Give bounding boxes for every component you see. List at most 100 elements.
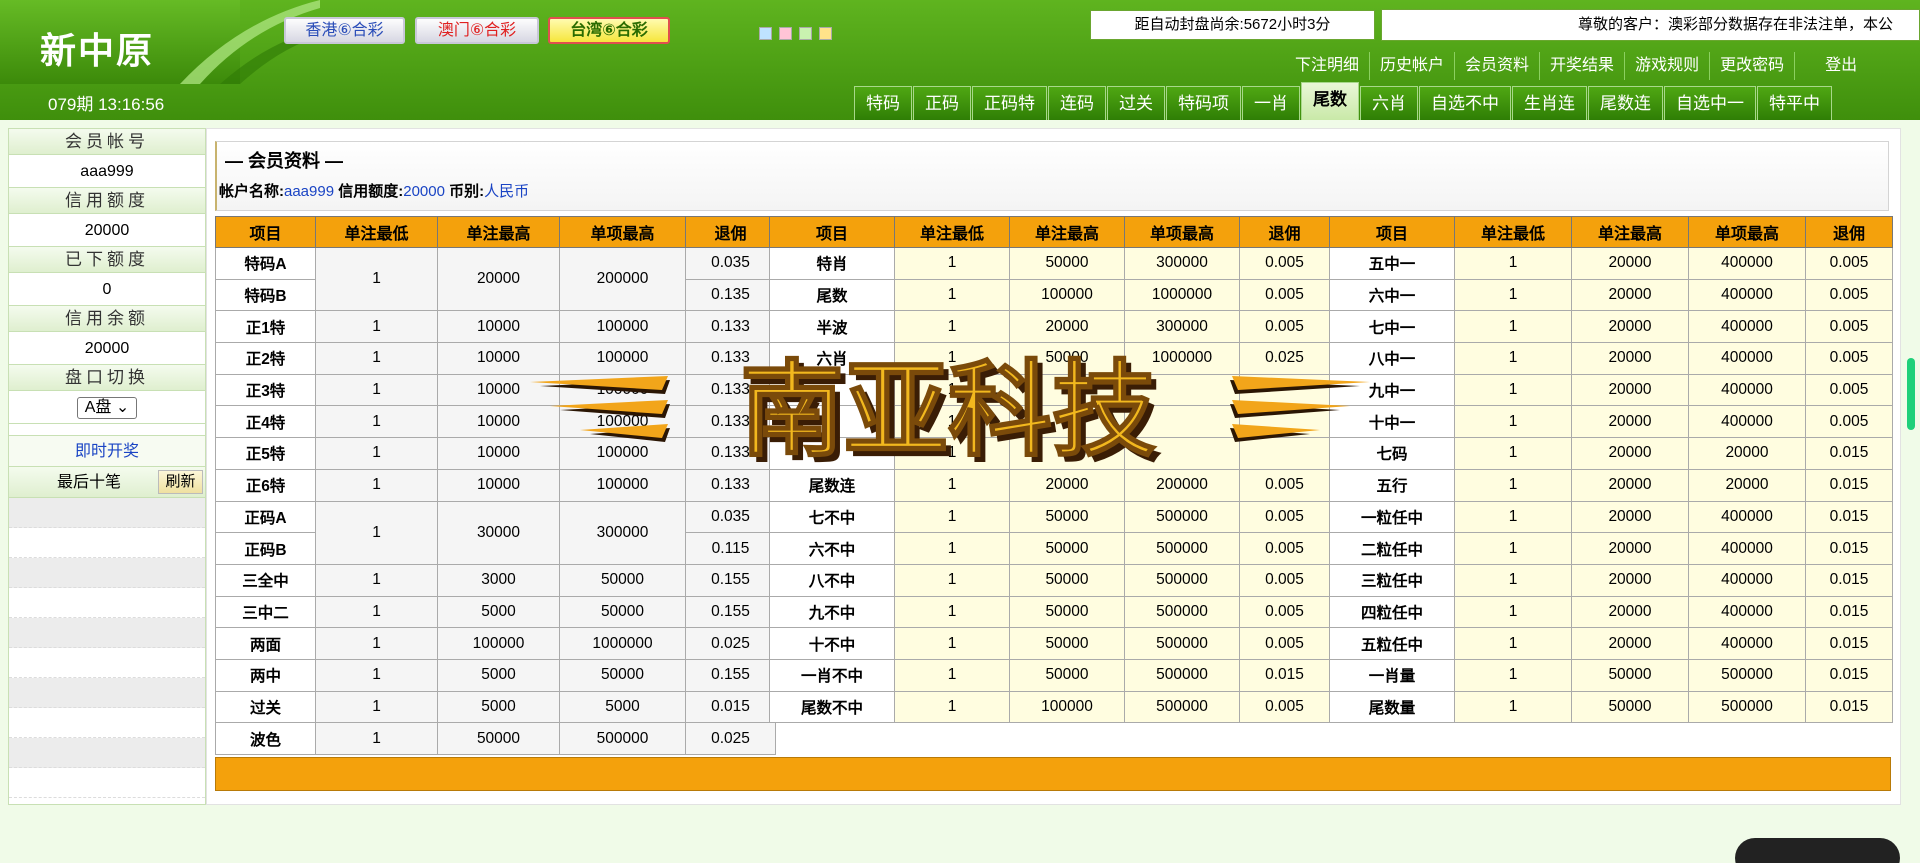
cell-min: 1: [315, 627, 438, 660]
cell-item-max: 400000: [1688, 278, 1806, 312]
table-row: 尾数 1 100000 1000000 0.005: [769, 278, 1330, 312]
column-header: 单项最高: [1124, 216, 1240, 248]
table-row: 一肖量 1 50000 500000 0.015: [1329, 658, 1893, 692]
bet-type-name: 尾数连: [769, 468, 895, 502]
table-row: 六不中 1 50000 500000 0.005: [769, 532, 1330, 565]
scrollbar-thumb[interactable]: [1907, 358, 1915, 430]
game-tab[interactable]: 正码: [913, 86, 971, 120]
credit-label: 信用额度: [9, 188, 205, 214]
table-row: 过关 1 5000 5000 0.015: [215, 690, 776, 724]
bet-type-name: 正6特: [215, 468, 316, 502]
cell-min: 1: [315, 563, 438, 597]
cell-min: 1: [894, 468, 1010, 502]
table-row: 八不中 1 50000 500000 0.005: [769, 563, 1330, 597]
lottery-tab-macau[interactable]: 澳门⑥合彩: [415, 17, 539, 44]
table-row: 正6特 1 10000 100000 0.133: [215, 468, 776, 502]
table-row: 二粒任中 1 20000 400000 0.015: [1329, 532, 1893, 565]
notice-marquee: 尊敬的客户：澳彩部分数据存在非法注单，本公: [1381, 9, 1920, 41]
column-header: 单注最高: [1571, 216, 1689, 248]
cell-min: 1: [894, 563, 1010, 597]
bet-type-name: 五行: [1329, 468, 1455, 502]
nav-game-rules[interactable]: 游戏规则: [1625, 52, 1711, 80]
column-header: 项目: [215, 216, 316, 248]
cell-max: 3000: [437, 563, 560, 597]
cell-max: 20000: [1571, 405, 1689, 439]
recent-bet-slot: [9, 588, 205, 618]
cell-min: 1: [315, 342, 438, 375]
table-header-row: 项目 单注最低 单注最高 单项最高 退佣: [769, 216, 1330, 248]
cell-max: 20000: [1571, 437, 1689, 470]
nav-change-password[interactable]: 更改密码: [1710, 52, 1796, 80]
cell-rebate: 0.005: [1239, 563, 1330, 597]
recent-bet-slot: [9, 618, 205, 648]
game-tab[interactable]: 一肖: [1242, 86, 1300, 120]
theme-swatch-blue[interactable]: [759, 27, 772, 40]
recent-bet-slot: [9, 498, 205, 528]
nav-logout[interactable]: 登出: [1795, 52, 1867, 80]
column-header: 单注最低: [1454, 216, 1572, 248]
bet-type-name: 两面: [215, 627, 316, 660]
game-tab[interactable]: 过关: [1107, 86, 1165, 120]
table-row: 尾数连 1 20000 200000 0.005: [769, 468, 1330, 502]
cell-min: 1: [1454, 247, 1572, 280]
cell-min: 1: [1454, 373, 1572, 407]
cell-item-max: 20000: [1688, 437, 1806, 470]
table-row: 一肖不中 1 50000 500000 0.015: [769, 658, 1330, 692]
bet-type-name: 尾数不中: [769, 690, 895, 724]
cell-min: 1: [315, 690, 438, 724]
game-tab[interactable]: 生肖连: [1512, 86, 1587, 120]
theme-swatch-green[interactable]: [799, 27, 812, 40]
cell-item-max: 400000: [1688, 247, 1806, 280]
cell-rebate: 0.155: [685, 658, 776, 692]
theme-swatch-yellow[interactable]: [819, 27, 832, 40]
last-ten-label: 最后十笔: [56, 474, 121, 491]
game-tab[interactable]: 特码项: [1166, 86, 1241, 120]
nav-bet-details[interactable]: 下注明细: [1285, 52, 1371, 80]
plate-select[interactable]: A盘 ⌄: [77, 397, 137, 419]
column-header: 单注最高: [1009, 216, 1125, 248]
game-tab[interactable]: 尾数: [1301, 82, 1359, 120]
game-tab[interactable]: 连码: [1048, 86, 1106, 120]
column-header: 单注最低: [894, 216, 1010, 248]
account-label: 会员帐号: [9, 129, 205, 155]
watermark-logo: 南亚科技 南亚科技: [530, 348, 1370, 466]
cell-item-max: 50000: [559, 658, 686, 692]
bet-type-name: 尾数量: [1329, 690, 1455, 724]
cell-min: 1: [315, 722, 438, 755]
cell-item-max: 500000: [1124, 627, 1240, 660]
table-footer-bar: [215, 757, 1891, 791]
game-tabs: 特码 正码 正码特 连码 过关 特码项 一肖 尾数 六肖 自选不中 生肖连 尾数连 自选中一 特平中: [854, 82, 1833, 120]
cell-rebate: 0.015: [1805, 627, 1893, 660]
game-tab[interactable]: 自选不中: [1419, 86, 1511, 120]
instant-draw-link[interactable]: 即时开奖: [9, 436, 205, 467]
cell-rebate: 0.015: [1805, 468, 1893, 502]
cell-rebate: 0.005: [1239, 278, 1330, 312]
nav-draw-results[interactable]: 开奖结果: [1540, 52, 1626, 80]
nav-member-info[interactable]: 会员资料: [1455, 52, 1541, 80]
credit-value: 20000: [9, 214, 205, 247]
lottery-tab-hongkong[interactable]: 香港⑥合彩: [284, 17, 405, 44]
game-tab[interactable]: 正码特: [972, 86, 1047, 120]
game-tab[interactable]: 六肖: [1360, 86, 1418, 120]
nav-history-account[interactable]: 历史帐户: [1370, 52, 1456, 80]
table-row: 正码A 1 30000 300000 0.035: [215, 500, 776, 565]
theme-swatch-pink[interactable]: [779, 27, 792, 40]
lottery-tab-taiwan[interactable]: 台湾⑥合彩: [548, 17, 670, 44]
watermark-wing-left: [530, 376, 670, 442]
member-info-title: — 会员资料 —: [225, 151, 344, 171]
column-header: 项目: [1329, 216, 1455, 248]
game-tab[interactable]: 特码: [854, 86, 912, 120]
game-tab[interactable]: 自选中一: [1664, 86, 1756, 120]
game-tab[interactable]: 特平中: [1757, 86, 1832, 120]
cell-rebate: 0.015: [1805, 500, 1893, 534]
bet-type-name: 九不中: [769, 595, 895, 629]
cell-min: 1: [894, 595, 1010, 629]
game-tab[interactable]: 尾数连: [1588, 86, 1663, 120]
floating-widget[interactable]: [1735, 838, 1900, 863]
bet-type-name: 正3特: [215, 373, 316, 407]
refresh-button[interactable]: 刷新: [158, 470, 203, 494]
limits-table-3: 项目 单注最低 单注最高 单项最高 退佣 五中一 1 20000 400000 0.005 六中一…: [1329, 216, 1893, 724]
chevron-down-icon: ⌄: [115, 399, 130, 416]
cell-min: 1: [315, 658, 438, 692]
bet-type-name: 七不中: [769, 500, 895, 534]
